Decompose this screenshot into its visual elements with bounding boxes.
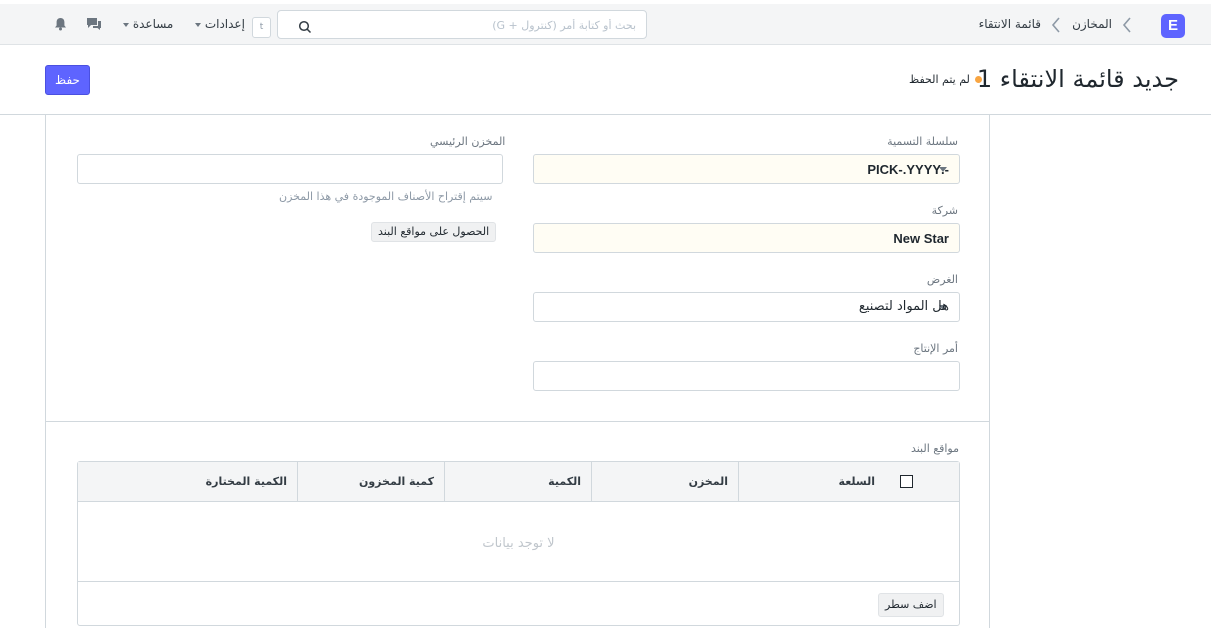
table-header: السلعة المخزن الكمية كمية المخزون الكمية…: [78, 462, 959, 502]
column-header-picked-qty[interactable]: الكمية المختارة: [78, 462, 297, 502]
work-order-label: أمر الإنتاج: [913, 342, 958, 355]
settings-dropdown[interactable]: إعدادات: [195, 17, 245, 31]
naming-series-select[interactable]: -.PICK-.YYYY: [533, 154, 960, 184]
select-all-checkbox[interactable]: [900, 475, 913, 488]
select-all-column: [885, 462, 959, 502]
chat-icon[interactable]: [86, 16, 102, 35]
breadcrumb-pick-list[interactable]: قائمة الانتقاء: [979, 17, 1041, 31]
save-button[interactable]: حفظ: [45, 65, 90, 95]
item-locations-table: السلعة المخزن الكمية كمية المخزون الكمية…: [77, 461, 960, 626]
parent-warehouse-field[interactable]: [77, 154, 503, 184]
company-field[interactable]: New Star: [533, 223, 960, 253]
breadcrumb-stock[interactable]: المخازن: [1072, 17, 1112, 31]
section-divider: [46, 421, 989, 422]
shortcut-key-badge: t: [252, 17, 271, 38]
naming-series-value: -.PICK-.YYYY: [867, 162, 949, 177]
column-header-qty[interactable]: الكمية: [444, 462, 591, 502]
column-header-item[interactable]: السلعة: [738, 462, 885, 502]
search-icon: [298, 19, 312, 38]
bell-icon[interactable]: [54, 16, 67, 35]
chevron-left-icon: [1051, 16, 1061, 34]
purpose-value: هل المواد لتصنيع: [858, 299, 949, 314]
page-title: جديد قائمة الانتقاء 1: [976, 65, 1179, 93]
status-label: لم يتم الحفظ: [909, 73, 970, 86]
help-dropdown[interactable]: مساعدة: [123, 17, 173, 31]
page-header: جديد قائمة الانتقاء 1 لم يتم الحفظ حفظ: [0, 45, 1211, 115]
parent-warehouse-label: المخزن الرئيسي: [430, 135, 506, 148]
column-header-warehouse[interactable]: المخزن: [591, 462, 738, 502]
help-label: مساعدة: [132, 17, 174, 31]
top-navbar: E المخازن قائمة الانتقاء t إعدادات مساعد…: [0, 0, 1211, 45]
empty-table-message: لا توجد بيانات: [78, 502, 959, 582]
item-locations-label: مواقع البند: [910, 442, 959, 455]
work-order-field[interactable]: [533, 361, 960, 391]
parent-warehouse-help: سيتم إقتراح الأصناف الموجودة في هذا المخ…: [279, 190, 493, 203]
search-bar[interactable]: [277, 10, 647, 39]
purpose-select[interactable]: هل المواد لتصنيع: [533, 292, 960, 322]
form-body: سلسلة التسمية -.PICK-.YYYY شركة New Star…: [45, 115, 990, 628]
caret-down-icon: [195, 22, 201, 27]
company-label: شركة: [931, 204, 958, 217]
purpose-label: الغرض: [926, 273, 958, 286]
company-value: New Star: [893, 231, 949, 246]
app-logo[interactable]: E: [1161, 14, 1185, 38]
caret-down-icon: [123, 22, 129, 27]
column-header-stock-qty[interactable]: كمية المخزون: [297, 462, 444, 502]
chevron-left-icon: [1122, 16, 1132, 34]
settings-label: إعدادات: [204, 17, 245, 31]
unsaved-indicator-dot: [975, 76, 982, 83]
search-input[interactable]: [316, 16, 636, 34]
get-item-locations-button[interactable]: الحصول على مواقع البند: [371, 222, 497, 242]
add-row-button[interactable]: اضف سطر: [878, 593, 944, 617]
naming-series-label: سلسلة التسمية: [887, 135, 958, 148]
